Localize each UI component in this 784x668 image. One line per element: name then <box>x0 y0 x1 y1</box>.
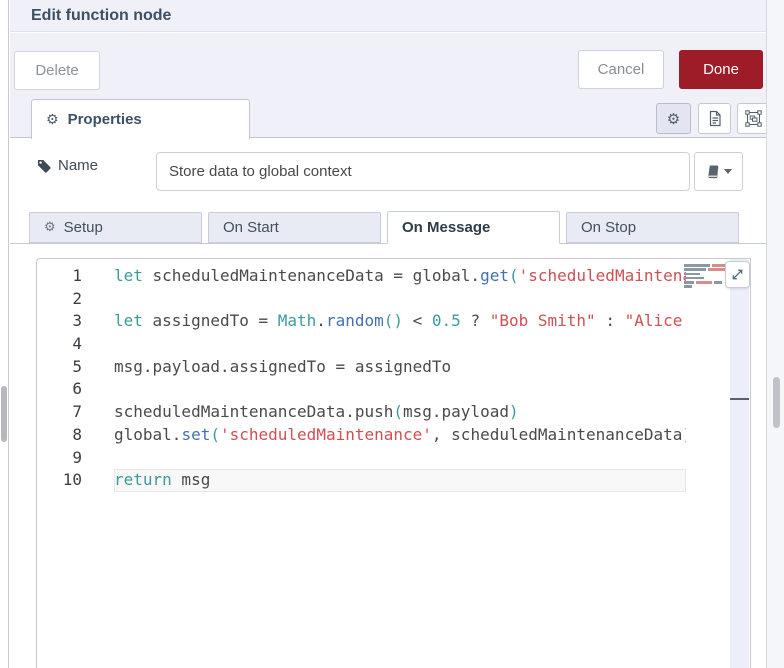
workspace-scrollbar-thumb[interactable] <box>1 386 7 442</box>
dialog-header: Edit function node <box>10 0 766 32</box>
book-icon <box>705 164 720 180</box>
done-button[interactable]: Done <box>679 50 763 89</box>
dialog-button-bar: Delete Cancel Done <box>10 33 766 97</box>
tab-on-message[interactable]: On Message <box>387 211 560 244</box>
code-line[interactable]: 8 global.set('scheduledMaintenance', sche… <box>37 424 686 447</box>
group-selection-icon <box>745 110 762 127</box>
line-number: 2 <box>72 288 82 308</box>
code-line[interactable]: 2 <box>37 288 686 311</box>
editor-tab-row: ⚙ Properties ⚙ <box>10 97 770 139</box>
line-number: 7 <box>72 402 82 422</box>
line-number: 3 <box>72 311 82 331</box>
minimap[interactable] <box>684 264 728 290</box>
document-icon <box>707 110 723 127</box>
line-number: 4 <box>72 334 82 354</box>
gear-icon: ⚙ <box>46 111 59 128</box>
workspace-left-scrollbar[interactable] <box>0 0 9 668</box>
tab-on-stop[interactable]: On Stop <box>566 212 739 243</box>
code-lines: 1 let scheduledMaintenanceData = global.g… <box>37 265 686 492</box>
name-label: Name <box>58 157 99 174</box>
code-line[interactable]: 5 msg.payload.assignedTo = assignedTo <box>37 356 686 379</box>
properties-section-button[interactable]: ⚙ <box>656 103 691 134</box>
tab-label: On Stop <box>581 219 637 236</box>
gear-icon: ⚙ <box>666 109 681 128</box>
editor-scrollbar-track[interactable] <box>730 259 749 668</box>
tab-label: Setup <box>63 219 103 236</box>
delete-button[interactable]: Delete <box>14 51 100 90</box>
line-number: 8 <box>72 424 82 444</box>
expand-icon <box>731 268 744 281</box>
edit-function-node-dialog: Edit function node Delete Cancel Done ⚙ … <box>10 0 770 668</box>
code-line[interactable]: 9 <box>37 447 686 470</box>
tab-on-start[interactable]: On Start <box>208 212 381 243</box>
code-text: return msg <box>114 469 686 492</box>
code-line[interactable]: 6 <box>37 378 686 401</box>
code-editor[interactable]: 1 let scheduledMaintenanceData = global.g… <box>36 258 751 668</box>
name-row: Name <box>10 138 766 204</box>
expand-editor-button[interactable] <box>725 261 750 288</box>
code-line[interactable]: 1 let scheduledMaintenanceData = global.g… <box>37 265 686 288</box>
line-number: 9 <box>72 447 82 467</box>
dialog-title: Edit function node <box>31 6 172 24</box>
editor-scroll-indicator <box>730 398 749 400</box>
tab-setup[interactable]: ⚙ Setup <box>29 212 202 243</box>
line-number: 1 <box>72 266 82 285</box>
dialog-scrollbar[interactable] <box>766 0 784 668</box>
code-line[interactable]: 10 return msg <box>37 469 686 492</box>
line-number: 5 <box>72 356 82 376</box>
cancel-button[interactable]: Cancel <box>578 50 664 89</box>
tab-properties[interactable]: ⚙ Properties <box>31 99 250 139</box>
dialog-scrollbar-thumb[interactable] <box>773 377 780 428</box>
library-button[interactable] <box>694 152 743 191</box>
tab-label: On Message <box>402 219 491 236</box>
description-section-button[interactable] <box>698 103 731 134</box>
code-line[interactable]: 4 <box>37 333 686 356</box>
code-text: let scheduledMaintenanceData = global.ge… <box>114 266 686 285</box>
tag-icon <box>36 158 52 174</box>
line-number: 6 <box>72 379 82 399</box>
code-line[interactable]: 3 let assignedTo = Math.random() < 0.5 ? … <box>37 310 686 333</box>
code-line[interactable]: 7 scheduledMaintenanceData.push(msg.paylo… <box>37 401 686 424</box>
properties-panel: Name ⚙ Setup On Start On Message On Stop 1 le… <box>10 138 766 668</box>
tab-label: On Start <box>223 219 279 236</box>
code-text: msg.payload.assignedTo = assignedTo <box>114 356 452 376</box>
code-text: let assignedTo = Math.random() < 0.5 ? "… <box>114 311 683 331</box>
chevron-down-icon <box>724 169 732 174</box>
function-tabs: ⚙ Setup On Start On Message On Stop <box>10 211 766 244</box>
tab-properties-label: Properties <box>67 111 142 128</box>
code-text: global.set('scheduledMaintenance', sched… <box>114 424 686 444</box>
code-text: scheduledMaintenanceData.push(msg.payloa… <box>114 402 519 422</box>
name-input[interactable] <box>156 152 690 191</box>
line-number: 10 <box>62 470 82 490</box>
gear-icon: ⚙ <box>44 220 56 235</box>
